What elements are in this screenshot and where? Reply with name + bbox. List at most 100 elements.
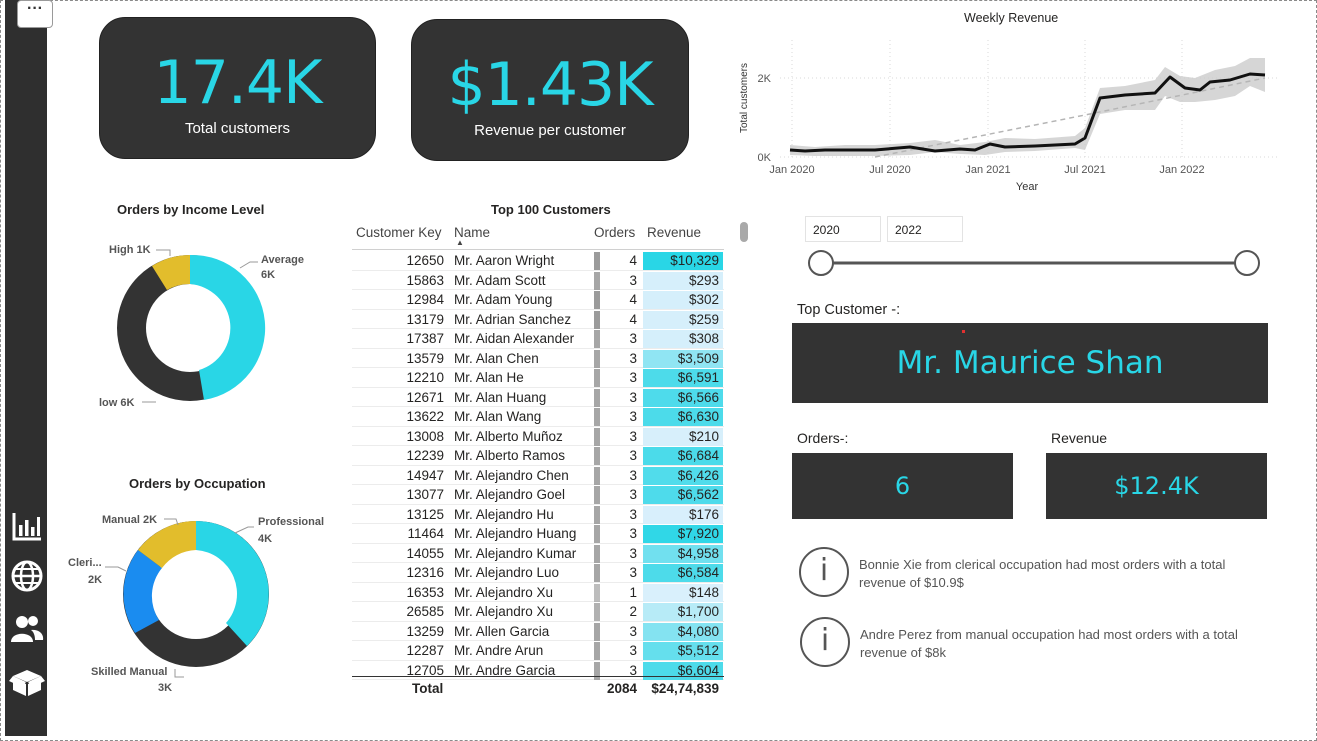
top-customer-name: Mr. Maurice Shan xyxy=(896,345,1164,381)
table-row[interactable]: 26585 Mr. Alejandro Xu 2 $1,700 xyxy=(352,602,724,622)
orders-data-bar xyxy=(594,505,600,524)
globe-icon[interactable] xyxy=(9,558,45,594)
cell-name: Mr. Alejandro Luo xyxy=(454,565,560,580)
table-row[interactable]: 13125 Mr. Alejandro Hu 3 $176 xyxy=(352,505,724,524)
x-tick: Jul 2021 xyxy=(1064,164,1106,176)
label-leader-clerical xyxy=(105,566,127,572)
sort-ascending-icon: ▲ xyxy=(456,238,464,247)
cell-revenue: $3,509 xyxy=(643,349,723,368)
orders-data-bar xyxy=(594,310,600,329)
table-row[interactable]: 12671 Mr. Alan Huang 3 $6,566 xyxy=(352,388,724,407)
insight-text-clerical: Bonnie Xie from clerical occupation had … xyxy=(859,557,1226,590)
orders-data-bar xyxy=(594,271,600,290)
cell-customer-key: 13579 xyxy=(406,350,444,366)
cell-customer-key: 12316 xyxy=(406,565,444,580)
more-options-button[interactable]: ··· xyxy=(17,0,53,28)
cell-revenue: $6,562 xyxy=(643,486,723,504)
users-icon[interactable] xyxy=(9,610,45,646)
col-header-orders[interactable]: Orders xyxy=(594,225,635,240)
cell-orders: 3 xyxy=(629,350,637,366)
cell-customer-key: 12650 xyxy=(406,253,444,268)
table-row[interactable]: 15863 Mr. Adam Scott 3 $293 xyxy=(352,271,724,290)
box-icon[interactable] xyxy=(9,664,45,700)
orders-data-bar xyxy=(594,603,600,621)
col-header-customer-key[interactable]: Customer Key xyxy=(356,225,442,240)
cell-customer-key: 11464 xyxy=(407,526,444,541)
orders-data-bar xyxy=(594,622,600,641)
income-donut-chart[interactable]: High 1K Average 6K low 6K xyxy=(90,238,330,418)
x-tick: Jan 2021 xyxy=(965,164,1010,176)
table-row[interactable]: 13259 Mr. Allen Garcia 3 $4,080 xyxy=(352,622,724,641)
table-header: Customer Key Name ▲ Orders Revenue xyxy=(352,222,724,250)
table-row[interactable]: 13008 Mr. Alberto Muñoz 3 $210 xyxy=(352,427,724,446)
cell-orders: 3 xyxy=(629,623,637,639)
table-row[interactable]: 17387 Mr. Aidan Alexander 3 $308 xyxy=(352,329,724,349)
top-customer-card: Mr. Maurice Shan xyxy=(792,323,1268,403)
table-row[interactable]: 12650 Mr. Aaron Wright 4 $10,329 xyxy=(352,251,724,271)
cell-customer-key: 14055 xyxy=(406,545,444,561)
table-row[interactable]: 12239 Mr. Alberto Ramos 3 $6,684 xyxy=(352,446,724,466)
cell-orders: 4 xyxy=(629,311,637,327)
cell-orders: 3 xyxy=(629,448,637,463)
slider-handle-end[interactable] xyxy=(1234,250,1260,276)
cell-name: Mr. Alan He xyxy=(454,370,524,385)
indicator-dot xyxy=(962,330,965,333)
cell-revenue: $6,584 xyxy=(643,564,723,582)
table-row[interactable]: 12984 Mr. Adam Young 4 $302 xyxy=(352,290,724,310)
occupation-label-clerical-value: 2K xyxy=(88,574,102,586)
income-label-high: High 1K xyxy=(109,244,151,256)
slicer-end-date[interactable]: 2022 xyxy=(887,216,963,242)
kpi-card-revenue-per-customer: $1.43K Revenue per customer xyxy=(411,19,689,161)
orders-data-bar xyxy=(594,252,600,270)
cell-orders: 3 xyxy=(629,487,637,502)
x-tick: Jan 2022 xyxy=(1159,164,1204,176)
table-row[interactable]: 16353 Mr. Alejandro Xu 1 $148 xyxy=(352,583,724,602)
cell-customer-key: 12287 xyxy=(406,643,444,658)
cell-orders: 3 xyxy=(629,467,637,483)
cell-customer-key: 13125 xyxy=(406,506,444,522)
cell-customer-key: 13179 xyxy=(406,311,444,327)
table-row[interactable]: 12210 Mr. Alan He 3 $6,591 xyxy=(352,368,724,388)
table-row[interactable]: 13179 Mr. Adrian Sanchez 4 $259 xyxy=(352,310,724,329)
date-range-slider[interactable] xyxy=(805,248,1270,280)
occupation-label-clerical: Cleri... xyxy=(68,557,102,569)
cell-customer-key: 13008 xyxy=(406,428,444,444)
revenue-card: $12.4K xyxy=(1046,453,1267,519)
weekly-revenue-chart[interactable]: Total customers 2K 0K Jan 2020 Jul 2020 … xyxy=(735,30,1285,200)
cell-revenue: $6,684 xyxy=(643,447,723,465)
cell-name: Mr. Aidan Alexander xyxy=(454,331,575,346)
table-row[interactable]: 14055 Mr. Alejandro Kumar 3 $4,958 xyxy=(352,544,724,563)
slider-handle-start[interactable] xyxy=(808,250,834,276)
y-axis-title: Total customers xyxy=(739,63,750,133)
cell-name: Mr. Alejandro Kumar xyxy=(454,545,577,561)
table-scrollbar[interactable] xyxy=(740,222,748,242)
bar-chart-icon[interactable] xyxy=(9,508,45,544)
label-leader-high xyxy=(156,249,171,256)
cell-name: Mr. Andre Arun xyxy=(454,643,544,658)
cell-revenue: $210 xyxy=(643,427,723,446)
cell-orders: 1 xyxy=(629,584,637,600)
table-row[interactable]: 13579 Mr. Alan Chen 3 $3,509 xyxy=(352,349,724,368)
col-header-revenue[interactable]: Revenue xyxy=(647,225,701,240)
table-row[interactable]: 13077 Mr. Alejandro Goel 3 $6,562 xyxy=(352,485,724,505)
occupation-label-skilled-manual-value: 3K xyxy=(158,682,172,694)
slicer-start-date[interactable]: 2020 xyxy=(805,216,881,242)
weekly-revenue-title: Weekly Revenue xyxy=(964,11,1059,25)
cell-customer-key: 13259 xyxy=(406,623,444,639)
x-axis-title: Year xyxy=(1016,181,1039,193)
table-row[interactable]: 14947 Mr. Alejandro Chen 3 $6,426 xyxy=(352,466,724,485)
cell-orders: 3 xyxy=(629,389,637,405)
table-row[interactable]: 12316 Mr. Alejandro Luo 3 $6,584 xyxy=(352,563,724,583)
cell-orders: 3 xyxy=(629,643,637,658)
orders-label: Orders-: xyxy=(797,430,849,446)
table-row[interactable]: 11464 Mr. Alejandro Huang 3 $7,920 xyxy=(352,524,724,544)
cell-revenue: $7,920 xyxy=(643,525,723,543)
donut-slice-average[interactable] xyxy=(190,254,266,400)
cell-name: Mr. Adam Scott xyxy=(454,272,546,288)
cell-revenue: $1,700 xyxy=(643,603,723,621)
table-row[interactable]: 13622 Mr. Alan Wang 3 $6,630 xyxy=(352,407,724,427)
table-row[interactable]: 12287 Mr. Andre Arun 3 $5,512 xyxy=(352,641,724,661)
orders-data-bar xyxy=(594,583,600,602)
occupation-donut-chart[interactable]: Manual 2K Professional 4K Cleri... 2K Sk… xyxy=(60,505,350,700)
orders-data-bar xyxy=(594,408,600,426)
